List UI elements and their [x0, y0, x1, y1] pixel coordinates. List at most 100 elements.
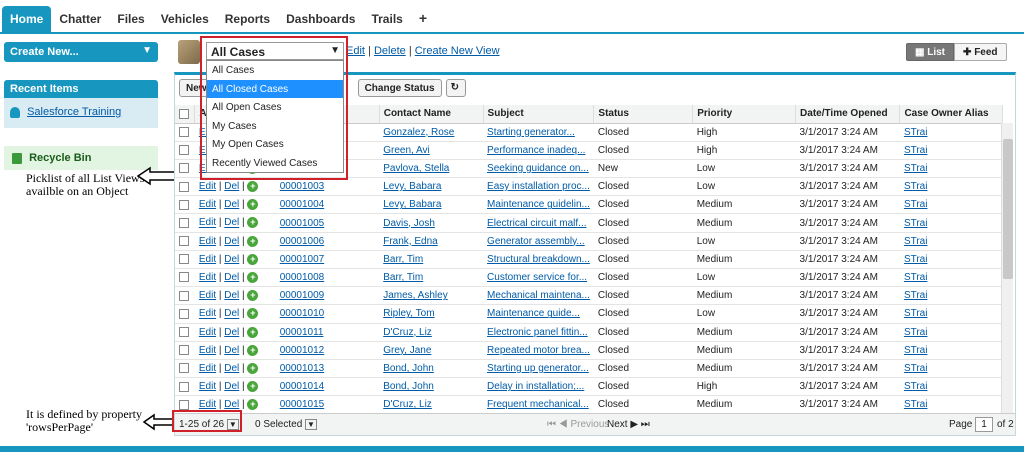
subject-link[interactable]: Seeking guidance on... — [483, 159, 594, 179]
owner-alias-link[interactable]: STrai — [899, 323, 1003, 342]
column-header[interactable]: Status — [593, 105, 694, 124]
case-number-link[interactable]: 00001007 — [275, 250, 380, 270]
add-icon[interactable]: + — [247, 272, 259, 284]
delete-link[interactable]: Del — [224, 290, 239, 301]
delete-link[interactable]: Del — [224, 181, 239, 192]
contact-name-link[interactable]: Levy, Babara — [379, 177, 484, 197]
tab-reports[interactable]: Reports — [217, 6, 278, 34]
subject-link[interactable]: Maintenance guidelin... — [483, 195, 594, 215]
subject-link[interactable]: Maintenance guide... — [483, 304, 594, 324]
subject-link[interactable]: Mechanical maintena... — [483, 286, 594, 306]
delete-link[interactable]: Del — [224, 272, 239, 283]
owner-alias-link[interactable]: STrai — [899, 195, 1003, 215]
contact-name-link[interactable]: Frank, Edna — [379, 232, 484, 251]
dropdown-option[interactable]: All Cases — [207, 61, 343, 80]
delete-link[interactable]: Del — [224, 309, 239, 320]
list-view-select[interactable]: All Cases ▼ — [206, 42, 344, 60]
dropdown-option[interactable]: My Cases — [207, 117, 343, 136]
case-number-link[interactable]: 00001005 — [275, 213, 380, 233]
case-number-link[interactable]: 00001011 — [275, 323, 380, 342]
case-number-link[interactable]: 00001014 — [275, 377, 380, 397]
edit-link[interactable]: Edit — [199, 399, 216, 410]
column-header[interactable]: Contact Name — [379, 105, 484, 124]
delete-link[interactable]: Del — [224, 199, 239, 210]
delete-link[interactable]: Del — [224, 399, 239, 410]
row-checkbox[interactable] — [179, 308, 189, 319]
row-checkbox[interactable] — [179, 217, 189, 228]
vertical-scrollbar[interactable] — [1001, 123, 1013, 421]
recycle-bin[interactable]: Recycle Bin — [4, 146, 158, 170]
edit-link[interactable]: Edit — [199, 290, 216, 301]
contact-name-link[interactable]: Bond, John — [379, 359, 484, 379]
case-number-link[interactable]: 00001010 — [275, 304, 380, 324]
add-icon[interactable]: + — [247, 326, 259, 338]
contact-name-link[interactable]: Levy, Babara — [379, 195, 484, 215]
dropdown-option[interactable]: My Open Cases — [207, 135, 343, 154]
owner-alias-link[interactable]: STrai — [899, 159, 1003, 179]
contact-name-link[interactable]: Pavlova, Stella — [379, 159, 484, 179]
page-number-input[interactable]: 1 — [975, 417, 993, 432]
delete-link[interactable]: Del — [224, 363, 239, 374]
column-header[interactable]: Priority — [692, 105, 797, 124]
delete-link[interactable]: Del — [224, 327, 239, 338]
add-icon[interactable]: + — [247, 362, 259, 374]
contact-name-link[interactable]: D'Cruz, Liz — [379, 395, 484, 415]
owner-alias-link[interactable]: STrai — [899, 395, 1003, 415]
delete-link[interactable]: Del — [224, 254, 239, 265]
row-checkbox[interactable] — [179, 272, 189, 283]
delete-view-link[interactable]: Delete — [374, 45, 406, 57]
edit-link[interactable]: Edit — [199, 199, 216, 210]
owner-alias-link[interactable]: STrai — [899, 304, 1003, 324]
contact-name-link[interactable]: Bond, John — [379, 377, 484, 397]
tab-dashboards[interactable]: Dashboards — [278, 6, 363, 34]
owner-alias-link[interactable]: STrai — [899, 141, 1003, 160]
case-number-link[interactable]: 00001003 — [275, 177, 380, 197]
edit-link[interactable]: Edit — [199, 218, 216, 229]
row-checkbox[interactable] — [179, 327, 189, 338]
edit-link[interactable]: Edit — [199, 254, 216, 265]
add-icon[interactable]: + — [247, 253, 259, 265]
subject-link[interactable]: Starting generator... — [483, 123, 594, 142]
owner-alias-link[interactable]: STrai — [899, 250, 1003, 270]
add-icon[interactable]: + — [247, 399, 259, 411]
select-all-checkbox[interactable] — [179, 108, 189, 119]
edit-link[interactable]: Edit — [199, 181, 216, 192]
subject-link[interactable]: Easy installation proc... — [483, 177, 594, 197]
subject-link[interactable]: Generator assembly... — [483, 232, 594, 251]
list-toggle-button[interactable]: ▦ List — [906, 43, 955, 61]
add-icon[interactable]: + — [247, 308, 259, 320]
owner-alias-link[interactable]: STrai — [899, 232, 1003, 251]
next-page-button[interactable]: Next ▶ ⏭ — [607, 419, 650, 430]
delete-link[interactable]: Del — [224, 218, 239, 229]
column-header[interactable]: Date/Time Opened — [795, 105, 901, 124]
owner-alias-link[interactable]: STrai — [899, 123, 1003, 142]
subject-link[interactable]: Customer service for... — [483, 268, 594, 288]
rows-per-page-select[interactable]: 1-25 of 26 ▼ — [179, 419, 239, 430]
case-number-link[interactable]: 00001015 — [275, 395, 380, 415]
create-new-view-link[interactable]: Create New View — [415, 45, 500, 57]
owner-alias-link[interactable]: STrai — [899, 213, 1003, 233]
selected-count-select[interactable]: 0 Selected ▼ — [255, 419, 317, 430]
owner-alias-link[interactable]: STrai — [899, 377, 1003, 397]
tab-vehicles[interactable]: Vehicles — [153, 6, 217, 34]
row-checkbox[interactable] — [179, 399, 189, 410]
subject-link[interactable]: Performance inadeq... — [483, 141, 594, 160]
row-checkbox[interactable] — [179, 163, 189, 174]
edit-link[interactable]: Edit — [199, 236, 216, 247]
subject-link[interactable]: Delay in installation;... — [483, 377, 594, 397]
contact-name-link[interactable]: Davis, Josh — [379, 213, 484, 233]
tab-trails[interactable]: Trails — [363, 6, 410, 34]
change-status-button[interactable]: Change Status — [357, 79, 442, 97]
dropdown-option[interactable]: All Closed Cases — [207, 79, 343, 98]
owner-alias-link[interactable]: STrai — [899, 359, 1003, 379]
owner-alias-link[interactable]: STrai — [899, 268, 1003, 288]
row-checkbox[interactable] — [179, 181, 189, 192]
contact-name-link[interactable]: Barr, Tim — [379, 250, 484, 270]
subject-link[interactable]: Electrical circuit malf... — [483, 213, 594, 233]
contact-name-link[interactable]: Green, Avi — [379, 141, 484, 160]
add-icon[interactable]: + — [247, 381, 259, 393]
subject-link[interactable]: Starting up generator... — [483, 359, 594, 379]
scrollbar-thumb[interactable] — [1003, 139, 1013, 279]
subject-link[interactable]: Electronic panel fittin... — [483, 323, 594, 342]
owner-alias-link[interactable]: STrai — [899, 286, 1003, 306]
